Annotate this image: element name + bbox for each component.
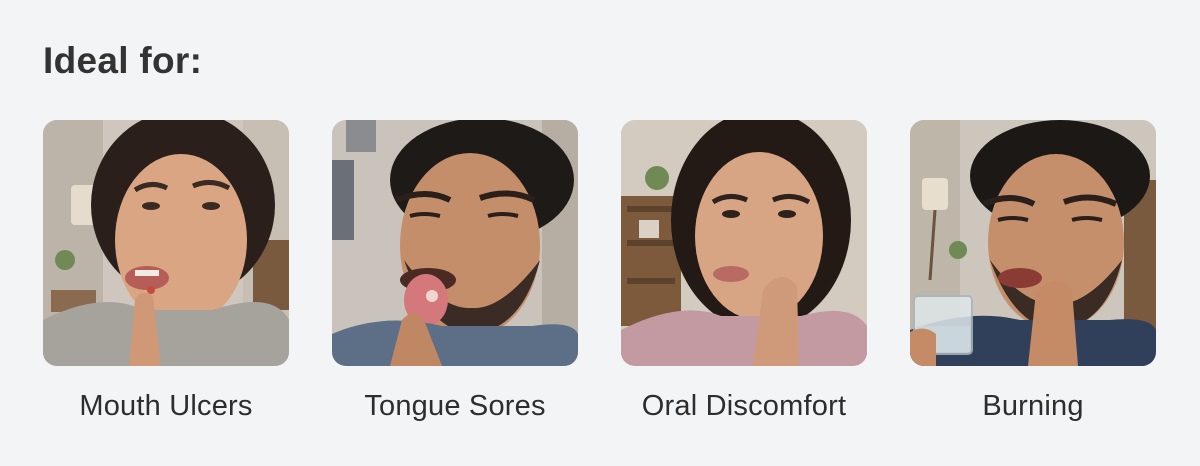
photo-mouth-ulcers <box>43 120 289 366</box>
card-tongue-sores: Tongue Sores <box>332 120 578 423</box>
woman-holding-cheek-image <box>621 120 867 366</box>
photo-tongue-sores <box>332 120 578 366</box>
card-oral-discomfort: Oral Discomfort <box>621 120 867 423</box>
man-tongue-sore-image <box>332 120 578 366</box>
card-label: Tongue Sores <box>364 390 546 422</box>
card-label: Burning <box>982 390 1084 422</box>
card-label: Mouth Ulcers <box>79 390 253 422</box>
condition-cards: Mouth Ulcers Tongue Sores Oral Discomfor… <box>43 120 1157 440</box>
card-label: Oral Discomfort <box>641 390 847 422</box>
photo-burning <box>910 120 1156 366</box>
photo-oral-discomfort <box>621 120 867 366</box>
man-water-glass-image <box>910 120 1156 366</box>
section-heading: Ideal for: <box>43 40 203 81</box>
card-burning: Burning <box>910 120 1156 423</box>
woman-lip-ulcer-image <box>43 120 289 366</box>
card-mouth-ulcers: Mouth Ulcers <box>43 120 289 423</box>
